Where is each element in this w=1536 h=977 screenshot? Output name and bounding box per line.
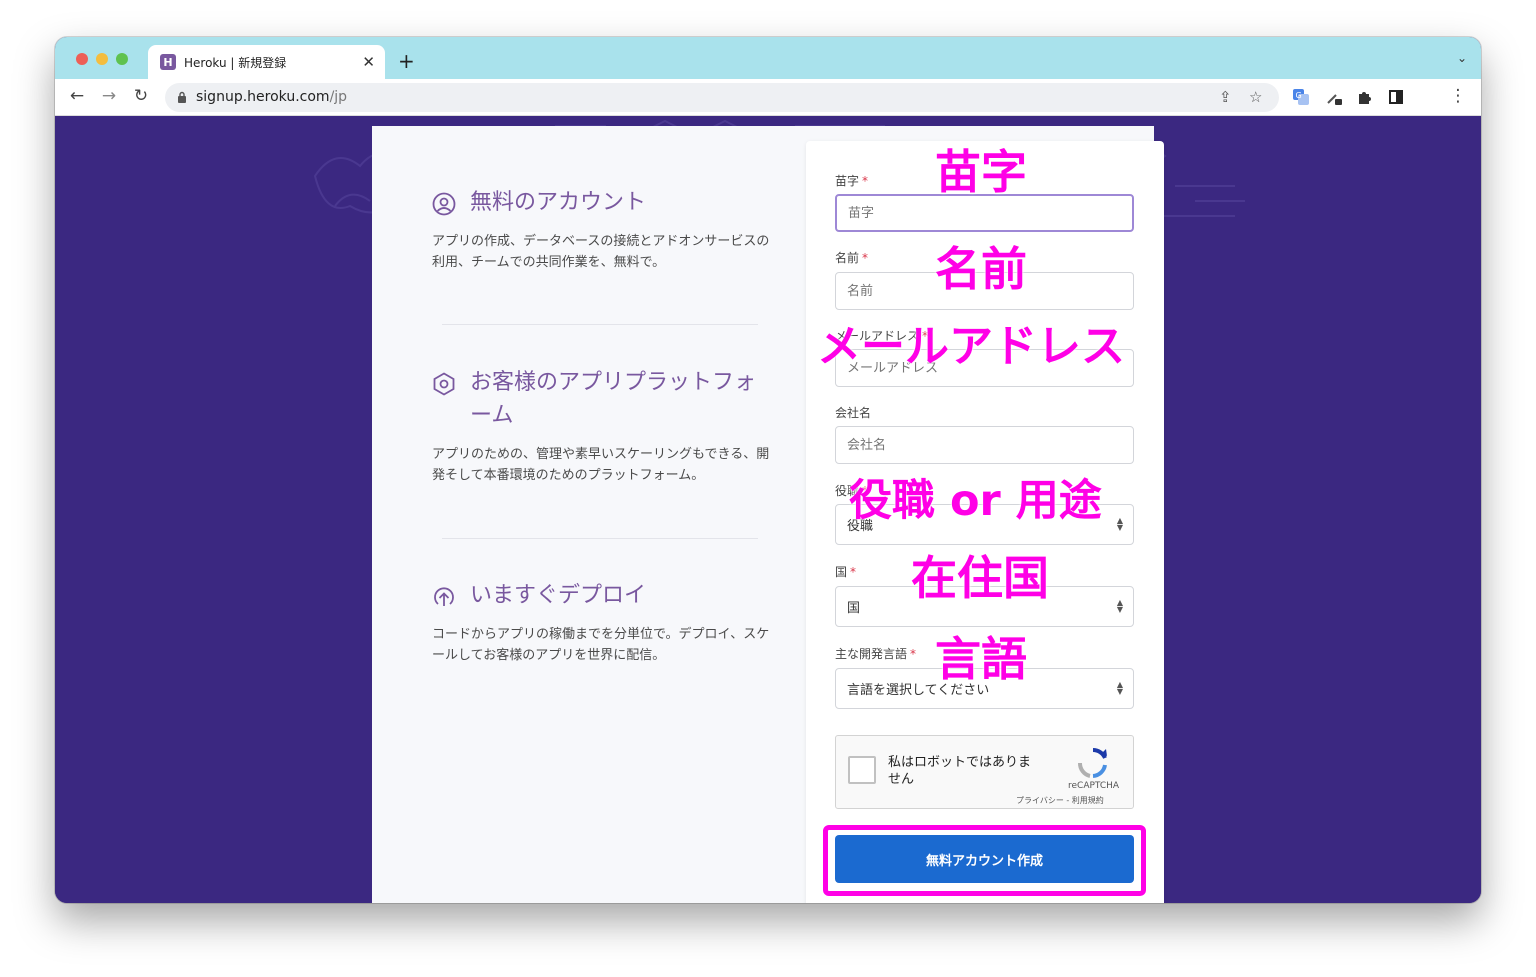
language-label: 主な開発言語 * bbox=[835, 647, 917, 661]
back-button[interactable]: ← bbox=[66, 86, 88, 106]
first-name-label: 名前 * bbox=[835, 251, 869, 265]
annotation-first-name: 名前 bbox=[935, 242, 1027, 296]
maximize-window-button[interactable] bbox=[116, 53, 128, 65]
country-select-value: 国 bbox=[847, 601, 861, 616]
annotation-role: 役職 or 用途 bbox=[849, 476, 1102, 526]
svg-text:G: G bbox=[1296, 91, 1302, 100]
recaptcha-widget: 私はロボットではありません reCAPTCHA プライバシー - 利用規約 bbox=[835, 735, 1134, 809]
recaptcha-brand: reCAPTCHA bbox=[1068, 781, 1120, 791]
feature-description: アプリのための、管理や素早いスケーリングもできる、開発そして本番環境のためのプラ… bbox=[432, 447, 770, 483]
user-circle-icon bbox=[432, 192, 456, 216]
minimize-window-button[interactable] bbox=[96, 53, 108, 65]
tab-close-icon[interactable]: ✕ bbox=[362, 53, 375, 71]
annotation-last-name: 苗字 bbox=[935, 145, 1027, 199]
upload-circle-icon bbox=[434, 587, 454, 606]
translate-extension-icon[interactable]: G bbox=[1292, 88, 1310, 106]
recaptcha-logo-icon bbox=[1078, 748, 1107, 778]
annotation-country: 在住国 bbox=[911, 551, 1049, 605]
company-input[interactable] bbox=[835, 426, 1134, 464]
address-bar[interactable]: signup.heroku.com/jp ⇪ ☆ bbox=[165, 83, 1279, 112]
feature-title: 無料のアカウント bbox=[470, 190, 647, 215]
last-name-label: 苗字 * bbox=[835, 174, 869, 188]
select-arrows-icon: ▲ ▼ bbox=[1116, 516, 1123, 532]
share-icon[interactable]: ⇪ bbox=[1219, 88, 1232, 106]
page-viewport: 無料のアカウント アプリの作成、データベースの接続とアドオンサービスの利用、チー… bbox=[55, 116, 1481, 903]
feature-free-account: 無料のアカウント アプリの作成、データベースの接続とアドオンサービスの利用、チー… bbox=[432, 186, 772, 273]
feature-deploy-now: いますぐデプロイ コードからアプリの稼働までを分単位で。デプロイ、スケールしてお… bbox=[432, 579, 772, 666]
close-window-button[interactable] bbox=[76, 53, 88, 65]
recaptcha-checkbox[interactable] bbox=[848, 756, 876, 784]
country-label: 国 * bbox=[835, 565, 857, 579]
heroku-favicon-icon: H bbox=[160, 54, 176, 70]
browser-tab[interactable]: H Heroku | 新規登録 ✕ bbox=[148, 45, 385, 79]
reload-button[interactable]: ↻ bbox=[130, 86, 152, 106]
tab-bar: H Heroku | 新規登録 ✕ + ⌄ bbox=[55, 37, 1481, 79]
feature-title: お客様のアプリプラットフォーム bbox=[470, 370, 757, 428]
hexagon-icon bbox=[433, 372, 455, 396]
forward-button[interactable]: → bbox=[98, 86, 120, 106]
feature-app-platform: お客様のアプリプラットフォーム アプリのための、管理や素早いスケーリングもできる… bbox=[432, 366, 772, 486]
recaptcha-text: 私はロボットではありません bbox=[888, 755, 1032, 787]
browser-toolbar: ← → ↻ signup.heroku.com/jp ⇪ ☆ G ⋮ bbox=[55, 79, 1481, 116]
feature-divider bbox=[442, 538, 758, 539]
select-arrows-icon: ▲ ▼ bbox=[1116, 598, 1123, 614]
feature-title: いますぐデプロイ bbox=[470, 583, 647, 608]
company-label: 会社名 bbox=[835, 406, 872, 420]
browser-window: H Heroku | 新規登録 ✕ + ⌄ ← → ↻ signup.herok… bbox=[55, 37, 1481, 903]
annotation-language: 言語 bbox=[935, 632, 1027, 686]
feature-description: アプリの作成、データベースの接続とアドオンサービスの利用、チームでの共同作業を、… bbox=[432, 234, 770, 270]
url-text: signup.heroku.com/jp bbox=[196, 89, 348, 105]
feature-description: コードからアプリの稼働までを分単位で。デプロイ、スケールしてお客様のアプリを世界… bbox=[432, 627, 770, 663]
lock-icon bbox=[178, 91, 186, 103]
annotation-email: メールアドレス bbox=[817, 321, 1125, 372]
feature-divider bbox=[442, 324, 758, 325]
new-tab-button[interactable]: + bbox=[398, 49, 415, 73]
tab-search-button[interactable]: ⌄ bbox=[1457, 51, 1467, 65]
create-free-account-button[interactable]: 無料アカウント作成 bbox=[835, 835, 1134, 883]
tab-title: Heroku | 新規登録 bbox=[184, 55, 287, 70]
recaptcha-links[interactable]: プライバシー - 利用規約 bbox=[1016, 795, 1104, 806]
side-panel-icon[interactable] bbox=[1387, 88, 1405, 106]
eyedropper-extension-icon[interactable] bbox=[1325, 88, 1343, 106]
extensions-puzzle-icon[interactable] bbox=[1356, 88, 1374, 106]
select-arrows-icon: ▲ ▼ bbox=[1116, 680, 1123, 696]
bookmark-star-icon[interactable]: ☆ bbox=[1249, 88, 1262, 106]
browser-menu-icon[interactable]: ⋮ bbox=[1447, 86, 1469, 106]
